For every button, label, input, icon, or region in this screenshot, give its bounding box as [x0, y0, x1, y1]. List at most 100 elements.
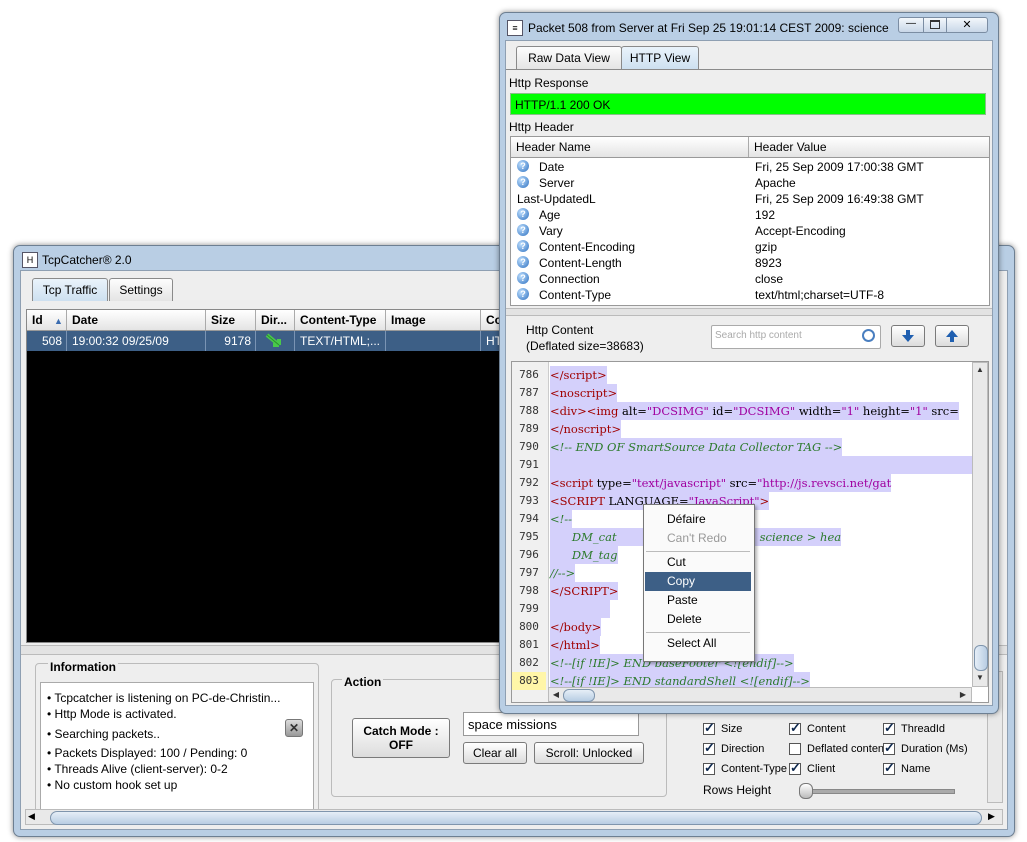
cell-date: 19:00:32 09/25/09 — [67, 331, 206, 351]
col-header-value[interactable]: Header Value — [749, 137, 989, 157]
header-row[interactable]: ? Content-Encoding gzip — [511, 239, 987, 255]
packet-window-title: Packet 508 from Server at Fri Sep 25 19:… — [528, 21, 889, 35]
menu-item-copy[interactable]: Copy — [645, 572, 751, 591]
line-number: 801 — [519, 638, 539, 651]
duration-label: Duration (Ms) — [901, 743, 968, 755]
maximize-icon — [930, 20, 940, 29]
header-row[interactable]: Last-UpdatedL Fri, 25 Sep 2009 16:49:38 G… — [511, 191, 987, 207]
code-vertical-scrollbar[interactable]: ▲ ▼ — [972, 362, 988, 687]
line-number: 799 — [519, 602, 539, 615]
header-row[interactable]: ? Content-Length 8923 — [511, 255, 987, 271]
header-name: Connection — [539, 272, 600, 286]
col-content-type[interactable]: Content-Type — [295, 310, 386, 330]
header-row[interactable]: ? Age 192 — [511, 207, 987, 223]
tab-http-view[interactable]: HTTP View — [621, 46, 699, 69]
maximize-button[interactable] — [923, 17, 947, 33]
menu-item-select-all[interactable]: Select All — [645, 634, 751, 653]
table-row[interactable]: 508 19:00:32 09/25/09 9178 TEXT/HTML;...… — [27, 331, 507, 351]
code-h-thumb[interactable] — [563, 689, 595, 702]
scroll-lock-button[interactable]: Scroll: Unlocked — [534, 742, 644, 764]
tab-settings[interactable]: Settings — [109, 278, 173, 301]
close-window-button[interactable]: ✕ — [946, 17, 988, 33]
minimize-button[interactable]: — — [898, 17, 924, 33]
code-horizontal-scrollbar[interactable]: ◀ ▶ — [548, 687, 972, 702]
col-date[interactable]: Date — [67, 310, 206, 330]
client-checkbox[interactable] — [789, 760, 801, 776]
threadid-checkbox[interactable] — [883, 720, 895, 736]
header-row[interactable]: ? Connection close — [511, 271, 987, 287]
close-icon[interactable]: ✕ — [285, 719, 303, 737]
header-value: Fri, 25 Sep 2009 16:49:38 GMT — [755, 192, 924, 206]
menu-item-delete[interactable]: Delete — [645, 610, 751, 629]
scroll-up-icon[interactable]: ▲ — [974, 364, 986, 376]
header-value: text/html;charset=UTF-8 — [755, 288, 885, 302]
search-input[interactable]: space missions — [463, 712, 639, 736]
catch-mode-label: Catch Mode : — [363, 724, 439, 738]
name-label: Name — [901, 763, 931, 775]
client-label: Client — [807, 763, 836, 775]
tab-raw-data-view[interactable]: Raw Data View — [516, 46, 622, 69]
size-checkbox[interactable] — [703, 720, 715, 736]
content-checkbox[interactable] — [789, 720, 801, 736]
scroll-down-icon[interactable]: ▼ — [974, 672, 986, 684]
col-direction[interactable]: Dir... — [256, 310, 295, 330]
content-type-checkbox[interactable] — [703, 760, 715, 776]
info-line: • Tcpcatcher is listening on PC-de-Chris… — [47, 691, 281, 705]
http-header-label: Http Header — [509, 120, 574, 134]
header-row[interactable]: ? Vary Accept-Encoding — [511, 223, 987, 239]
packet-titlebar[interactable]: ≡ Packet 508 from Server at Fri Sep 25 1… — [500, 13, 998, 39]
arrow-up-icon — [946, 330, 958, 342]
line-number: 791 — [519, 458, 539, 471]
line-number: 800 — [519, 620, 539, 633]
deflated-content-checkbox[interactable] — [789, 743, 801, 755]
info-icon: ? — [517, 160, 529, 172]
code-v-thumb[interactable] — [974, 645, 988, 671]
col-size[interactable]: Size — [206, 310, 256, 330]
info-icon: ? — [517, 240, 529, 252]
direction-checkbox[interactable] — [703, 740, 715, 756]
header-value: Apache — [755, 176, 796, 190]
context-menu: Défaire Can't Redo Cut Copy Paste Delete… — [643, 504, 755, 662]
content-search-field[interactable]: Search http content — [711, 325, 881, 349]
header-name: Last-UpdatedL — [517, 192, 596, 206]
code-line: <script type="text/javascript" src="http… — [550, 474, 892, 492]
header-name: Content-Type — [539, 288, 612, 302]
scroll-left-icon[interactable]: ◀ — [28, 811, 35, 822]
menu-item-redo: Can't Redo — [667, 531, 727, 545]
header-row[interactable]: ? Content-Type text/html;charset=UTF-8 — [511, 287, 987, 303]
col-header-name[interactable]: Header Name — [511, 137, 749, 157]
menu-separator — [646, 632, 750, 633]
catch-mode-button[interactable]: Catch Mode : OFF — [352, 718, 450, 758]
search-up-button[interactable] — [935, 325, 969, 347]
rows-height-slider-thumb[interactable] — [799, 783, 813, 799]
line-number: 793 — [519, 494, 539, 507]
menu-item-paste[interactable]: Paste — [645, 591, 751, 610]
scroll-left-icon[interactable]: ◀ — [550, 689, 562, 701]
content-search-input[interactable]: Search http content — [715, 330, 802, 341]
col-image[interactable]: Image — [386, 310, 481, 330]
header-row[interactable]: ? Date Fri, 25 Sep 2009 17:00:38 GMT — [511, 159, 987, 175]
code-line: <!-- — [550, 510, 573, 528]
header-row[interactable]: ? Server Apache — [511, 175, 987, 191]
app-icon: H — [22, 252, 38, 268]
header-value: 8923 — [755, 256, 782, 270]
col-id[interactable]: Id ▲ — [27, 310, 67, 330]
name-checkbox[interactable] — [883, 760, 895, 776]
scroll-right-icon[interactable]: ▶ — [988, 811, 995, 822]
header-value: gzip — [755, 240, 778, 254]
main-horizontal-scrollbar[interactable]: ◀ ▶ — [25, 809, 1003, 825]
line-number: 803 — [512, 672, 546, 690]
tab-tcp-traffic[interactable]: Tcp Traffic — [32, 278, 108, 301]
menu-item-cut[interactable]: Cut — [645, 553, 751, 572]
menu-item-undo[interactable]: Défaire — [645, 510, 751, 529]
cell-image — [386, 331, 481, 351]
info-line: • Packets Displayed: 100 / Pending: 0 — [47, 746, 248, 760]
packet-splitter[interactable] — [506, 308, 992, 316]
scroll-thumb[interactable] — [50, 811, 982, 825]
clear-all-button[interactable]: Clear all — [463, 742, 527, 764]
search-down-button[interactable] — [891, 325, 925, 347]
duration-checkbox[interactable] — [883, 740, 895, 756]
sort-asc-icon: ▲ — [54, 316, 63, 326]
line-number: 790 — [519, 440, 539, 453]
scroll-right-icon[interactable]: ▶ — [957, 689, 969, 701]
